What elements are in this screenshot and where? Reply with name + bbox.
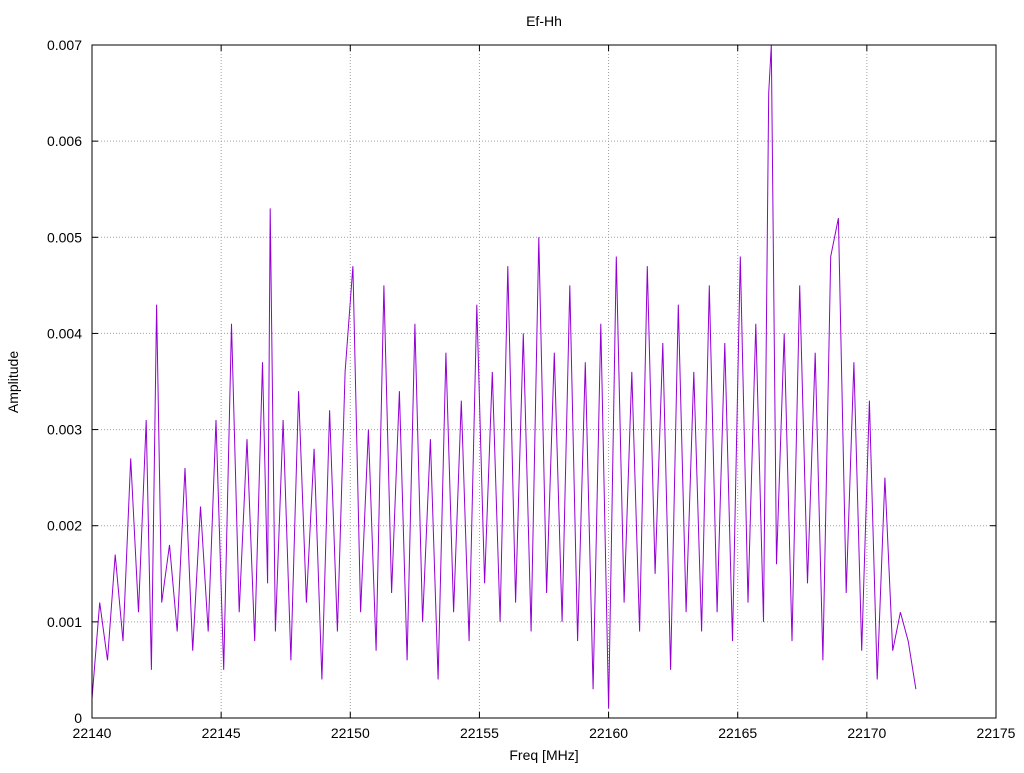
x-tick-labels: 22140 22145 22150 22155 22160 22165 22170 22175 [73, 725, 1016, 741]
x-tick-label: 22150 [331, 725, 370, 741]
chart-title: Ef-Hh [526, 13, 562, 29]
y-axis-label: Amplitude [5, 351, 21, 413]
y-tick-label: 0.004 [47, 325, 82, 341]
x-tick-label: 22165 [718, 725, 757, 741]
y-tick-label: 0.007 [47, 37, 82, 53]
x-axis-label: Freq [MHz] [509, 747, 578, 763]
y-tick-labels: 0 0.001 0.002 0.003 0.004 0.005 0.006 0.007 [47, 37, 82, 726]
chart: 22140 22145 22150 22155 22160 22165 22170 22175… [0, 0, 1024, 768]
y-tick-label: 0.001 [47, 614, 82, 630]
y-tick-label: 0.006 [47, 133, 82, 149]
series-line [91, 44, 917, 709]
x-tick-label: 22175 [977, 725, 1016, 741]
x-tick-label: 22155 [460, 725, 499, 741]
x-tick-label: 22140 [73, 725, 112, 741]
x-tick-label: 22170 [847, 725, 886, 741]
y-tick-label: 0.003 [47, 422, 82, 438]
y-tick-label: 0 [74, 710, 82, 726]
chart-svg: 22140 22145 22150 22155 22160 22165 22170 22175… [5, 13, 1016, 763]
x-tick-label: 22145 [202, 725, 241, 741]
x-tick-label: 22160 [589, 725, 628, 741]
y-tick-label: 0.005 [47, 229, 82, 245]
series-layer [91, 44, 917, 709]
y-tick-label: 0.002 [47, 518, 82, 534]
